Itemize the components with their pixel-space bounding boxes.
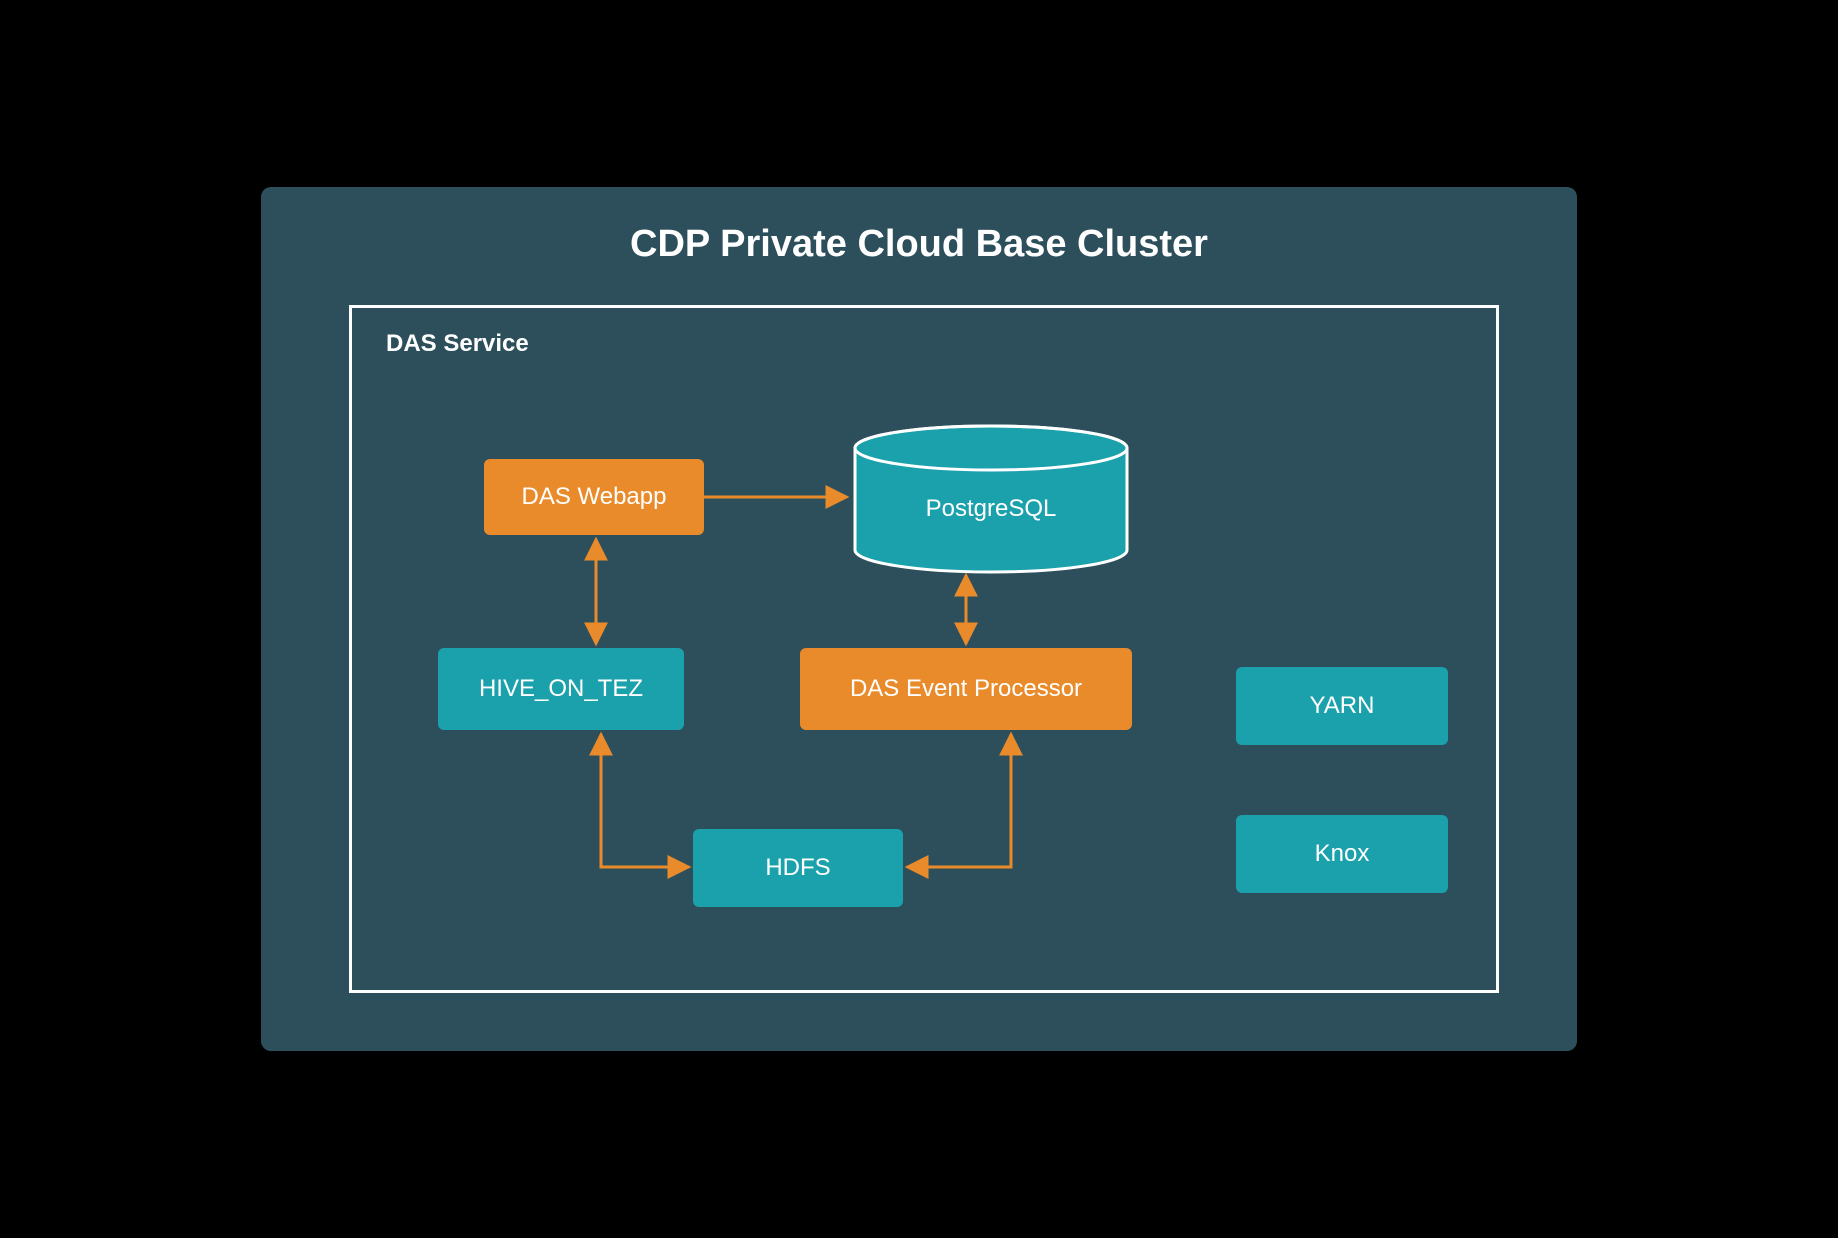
svg-text:PostgreSQL: PostgreSQL: [926, 495, 1057, 522]
cluster-title: CDP Private Cloud Base Cluster: [261, 187, 1577, 266]
node-yarn: YARN: [1236, 667, 1448, 745]
node-postgres: PostgreSQL: [851, 424, 1131, 574]
node-knox: Knox: [1236, 815, 1448, 893]
das-service-label: DAS Service: [352, 308, 1496, 380]
diagram-canvas: CDP Private Cloud Base Cluster DAS Servi…: [261, 187, 1577, 1051]
node-das-ep: DAS Event Processor: [800, 648, 1132, 730]
node-hive: HIVE_ON_TEZ: [438, 648, 684, 730]
node-hdfs: HDFS: [693, 829, 903, 907]
node-das-webapp: DAS Webapp: [484, 459, 704, 535]
